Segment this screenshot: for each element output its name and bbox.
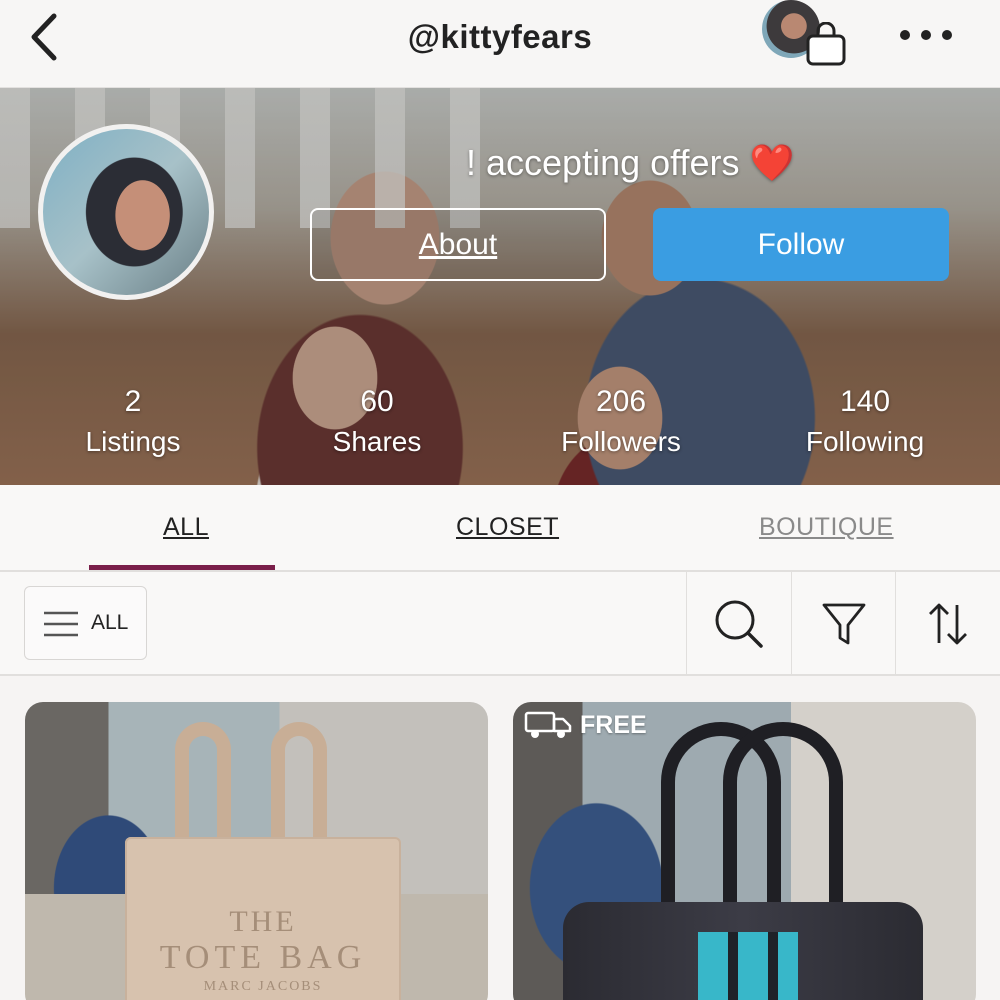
stat-value: 2 [124, 385, 142, 418]
more-horizontal-icon [900, 30, 910, 40]
stat-label: Followers [561, 426, 681, 457]
sort-button[interactable] [895, 572, 999, 676]
more-horizontal-icon [942, 30, 952, 40]
bag-print-text: TOTE BAG [159, 939, 367, 976]
listing-card[interactable] [513, 702, 976, 1000]
tab-boutique[interactable]: BOUTIQUE [759, 513, 894, 542]
filter-bar: ALL [0, 572, 1000, 676]
bag-handle [271, 722, 327, 852]
bag-print-text: THE [229, 905, 297, 938]
stat-followers[interactable]: 206 Followers [531, 385, 711, 465]
category-filter-label: ALL [91, 611, 129, 634]
filter-button[interactable] [791, 572, 895, 676]
bag-stripe [698, 932, 798, 1000]
listing-card[interactable]: THE TOTE BAG MARC JACOBS [25, 702, 488, 1000]
free-shipping-label: FREE [580, 710, 647, 739]
top-navigation-bar: @kittyfears [0, 0, 1000, 88]
stat-listings[interactable]: 2 Listings [43, 385, 223, 465]
stat-label: Listings [85, 426, 181, 457]
stat-value: 206 [595, 385, 647, 418]
stat-value: 140 [839, 385, 891, 418]
listing-photo: THE TOTE BAG MARC JACOBS [125, 837, 401, 1000]
search-icon [715, 600, 763, 648]
tab-closet[interactable]: CLOSET [456, 513, 559, 542]
search-button[interactable] [686, 572, 790, 676]
delivery-truck-icon [524, 711, 572, 738]
tab-all[interactable]: ALL [163, 513, 209, 542]
profile-avatar[interactable] [38, 124, 214, 300]
hamburger-icon [44, 611, 78, 637]
about-button[interactable]: About [310, 208, 606, 281]
more-horizontal-icon [921, 30, 931, 40]
bag-print-text: MARC JACOBS [203, 979, 323, 994]
active-tab-indicator [89, 565, 275, 570]
more-options-button[interactable] [900, 22, 952, 48]
stat-label: Following [805, 426, 925, 457]
shopping-bag-button[interactable] [805, 21, 847, 66]
bag-handle [723, 722, 843, 932]
stat-value: 60 [360, 385, 394, 418]
stat-following[interactable]: 140 Following [775, 385, 955, 465]
closet-tabs: ALL CLOSET BOUTIQUE [0, 485, 1000, 572]
page-title: @kittyfears [407, 18, 593, 55]
shopping-bag-icon [806, 21, 846, 66]
follow-button[interactable]: Follow [653, 208, 949, 281]
stat-label: Shares [332, 426, 422, 457]
profile-bio: ! accepting offers ❤️ [466, 142, 795, 183]
free-shipping-badge: FREE [524, 710, 647, 740]
stat-shares[interactable]: 60 Shares [287, 385, 467, 465]
category-filter-button[interactable]: ALL [24, 586, 147, 660]
closet-page: @kittyfears ! accepting offers ❤️ About … [0, 0, 1000, 1000]
filter-funnel-icon [822, 603, 865, 645]
bag-handle [175, 722, 231, 852]
sort-arrows-icon [928, 603, 967, 645]
